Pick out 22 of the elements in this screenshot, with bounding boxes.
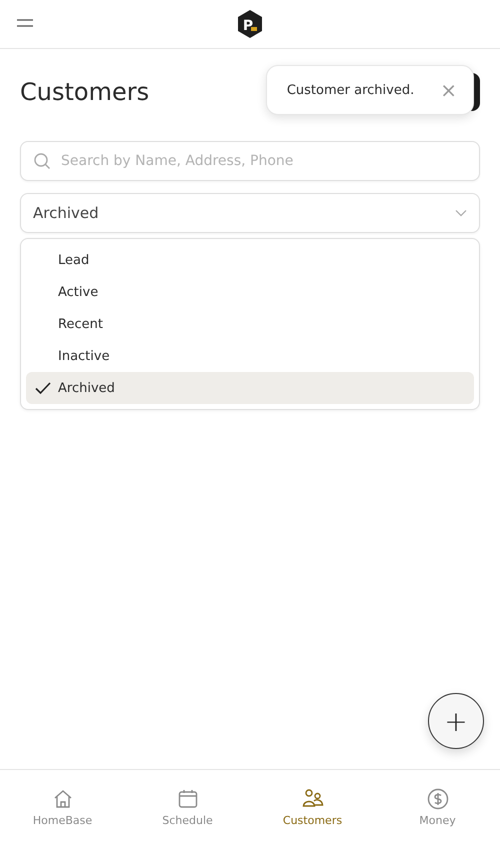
option-label: Inactive	[58, 348, 110, 364]
menu-option[interactable]: Recent	[26, 308, 474, 340]
logo-icon: P	[235, 9, 265, 39]
menu-icon[interactable]	[16, 17, 34, 29]
option-label: Recent	[58, 316, 103, 332]
page-title: Customers	[20, 77, 150, 107]
option-label: Archived	[58, 380, 115, 396]
dollar-icon	[426, 788, 448, 810]
search-icon	[33, 152, 51, 170]
status-dropdown[interactable]: Archived	[20, 193, 480, 233]
menu-option[interactable]: Lead	[26, 244, 474, 276]
menu-option[interactable]: Active	[26, 276, 474, 308]
chevron-icon	[455, 209, 467, 217]
option-label: Active	[58, 284, 98, 300]
nav-tab[interactable]: Customers	[250, 770, 375, 845]
menu-option[interactable]: Inactive	[26, 340, 474, 372]
option-label: Lead	[58, 252, 90, 268]
search-field[interactable]: Search by Name, Address, Phone	[20, 141, 480, 181]
add-button[interactable]: +	[428, 693, 484, 749]
menu-option[interactable]: Archived	[26, 372, 474, 404]
calendar-icon	[176, 788, 198, 810]
toast-message: Customer archived.	[286, 82, 414, 98]
